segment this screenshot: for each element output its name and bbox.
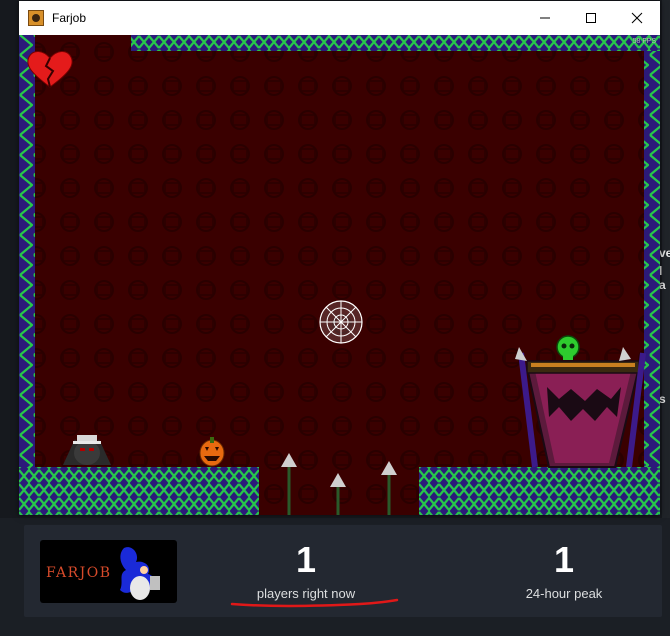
peak-label: 24-hour peak <box>525 586 603 601</box>
ceiling <box>131 35 660 51</box>
player-stats-bar: FARJOB 1 players right now 1 24-hour pea… <box>24 525 662 617</box>
minimize-icon <box>540 17 550 19</box>
game-scene <box>19 35 660 515</box>
game-window: Farjob 58 FPS <box>19 1 660 515</box>
right-wall <box>644 35 660 515</box>
fps-counter: 58 FPS <box>632 38 656 45</box>
players-now-count: 1 <box>295 539 317 580</box>
window-title: Farjob <box>52 11 87 25</box>
floor-right <box>419 467 660 515</box>
red-underline-annotation <box>230 598 399 608</box>
minimize-button[interactable] <box>522 1 568 35</box>
game-logo-capsule[interactable]: FARJOB <box>40 540 177 603</box>
background-app-text: ve <box>659 246 670 260</box>
left-wall <box>19 35 35 515</box>
game-canvas[interactable]: 58 FPS <box>19 35 660 515</box>
close-button[interactable] <box>614 1 660 35</box>
floor-left <box>19 467 259 515</box>
maximize-button[interactable] <box>568 1 614 35</box>
maximize-icon <box>586 13 596 23</box>
background-app-text: l a <box>659 264 666 292</box>
app-icon[interactable] <box>28 10 44 26</box>
peak-count: 1 <box>553 539 575 580</box>
window-controls <box>522 1 660 35</box>
background-app-text: s <box>659 392 666 406</box>
close-icon <box>631 12 643 24</box>
web-projectile <box>319 300 363 344</box>
title-bar[interactable]: Farjob <box>19 1 660 35</box>
game-logo-text: FARJOB <box>46 565 112 581</box>
